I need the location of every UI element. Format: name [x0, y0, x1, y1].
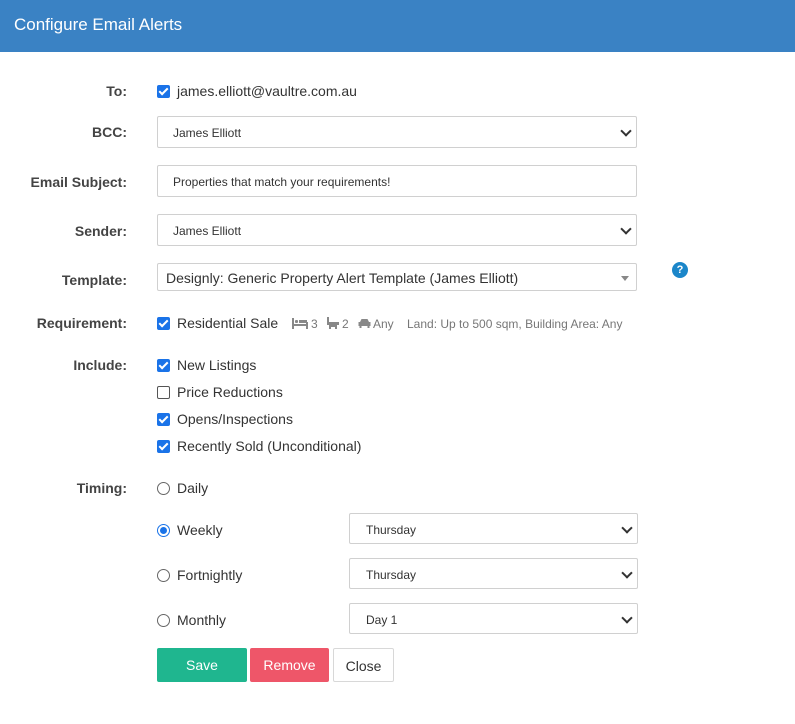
include-checkbox-new-listings[interactable] — [157, 359, 170, 372]
timing-label: Timing: — [76, 480, 127, 496]
requirement-label: Requirement: — [36, 315, 127, 331]
chevron-down-icon — [623, 569, 631, 577]
bcc-select[interactable]: James Elliott — [157, 116, 637, 148]
chevron-down-icon — [623, 524, 631, 532]
subject-input[interactable]: Properties that match your requirements! — [157, 165, 637, 197]
include-price-reductions-label: Price Reductions — [177, 384, 283, 400]
template-label: Template: — [61, 272, 127, 288]
caret-down-icon — [621, 276, 629, 281]
timing-radio-fortnightly[interactable] — [157, 569, 170, 582]
timing-weekly-label: Weekly — [177, 522, 223, 538]
include-recently-sold-label: Recently Sold (Unconditional) — [177, 438, 362, 454]
weekly-day-value: Thursday — [366, 523, 417, 537]
remove-button[interactable]: Remove — [250, 648, 329, 682]
fortnightly-day-select[interactable]: Thursday — [349, 558, 638, 589]
bed-icon — [292, 318, 308, 329]
fortnightly-day-value: Thursday — [366, 568, 417, 582]
template-value: Designly: Generic Property Alert Templat… — [166, 270, 519, 286]
monthly-day-value: Day 1 — [366, 613, 398, 627]
include-checkbox-price-reductions[interactable] — [157, 386, 170, 399]
subject-label: Email Subject: — [30, 174, 127, 190]
include-new-listings-label: New Listings — [177, 357, 257, 373]
sender-value: James Elliott — [173, 224, 242, 238]
car-count: Any — [373, 317, 394, 331]
include-checkbox-opens-inspections[interactable] — [157, 413, 170, 426]
bath-count: 2 — [342, 317, 349, 331]
sender-label: Sender: — [74, 223, 127, 239]
close-button[interactable]: Close — [333, 648, 394, 682]
save-button[interactable]: Save — [157, 648, 247, 682]
bcc-value: James Elliott — [173, 126, 242, 140]
car-icon — [358, 318, 371, 328]
help-icon[interactable]: ? — [672, 262, 688, 278]
timing-radio-weekly[interactable] — [157, 524, 170, 537]
requirement-details: Land: Up to 500 sqm, Building Area: Any — [407, 317, 623, 331]
subject-value: Properties that match your requirements! — [173, 175, 391, 189]
monthly-day-select[interactable]: Day 1 — [349, 603, 638, 634]
bath-icon — [327, 317, 339, 329]
requirement-name: Residential Sale — [177, 315, 279, 331]
template-select[interactable]: Designly: Generic Property Alert Templat… — [157, 263, 637, 291]
dialog-title: Configure Email Alerts — [14, 15, 183, 34]
weekly-day-select[interactable]: Thursday — [349, 513, 638, 544]
to-email: james.elliott@vaultre.com.au — [177, 83, 357, 99]
sender-select[interactable]: James Elliott — [157, 214, 637, 246]
chevron-down-icon — [622, 225, 630, 233]
include-opens-inspections-label: Opens/Inspections — [177, 411, 293, 427]
include-label: Include: — [73, 357, 127, 373]
timing-fortnightly-label: Fortnightly — [177, 567, 243, 583]
bcc-label: BCC: — [92, 124, 127, 140]
include-checkbox-recently-sold[interactable] — [157, 440, 170, 453]
chevron-down-icon — [623, 614, 631, 622]
to-label: To: — [106, 83, 127, 99]
to-checkbox[interactable] — [157, 85, 170, 98]
timing-radio-daily[interactable] — [157, 482, 170, 495]
dialog-header: Configure Email Alerts — [0, 0, 795, 52]
timing-daily-label: Daily — [177, 480, 209, 496]
requirement-checkbox[interactable] — [157, 317, 170, 330]
timing-radio-monthly[interactable] — [157, 614, 170, 627]
bed-count: 3 — [311, 317, 318, 331]
timing-monthly-label: Monthly — [177, 612, 227, 628]
chevron-down-icon — [622, 127, 630, 135]
